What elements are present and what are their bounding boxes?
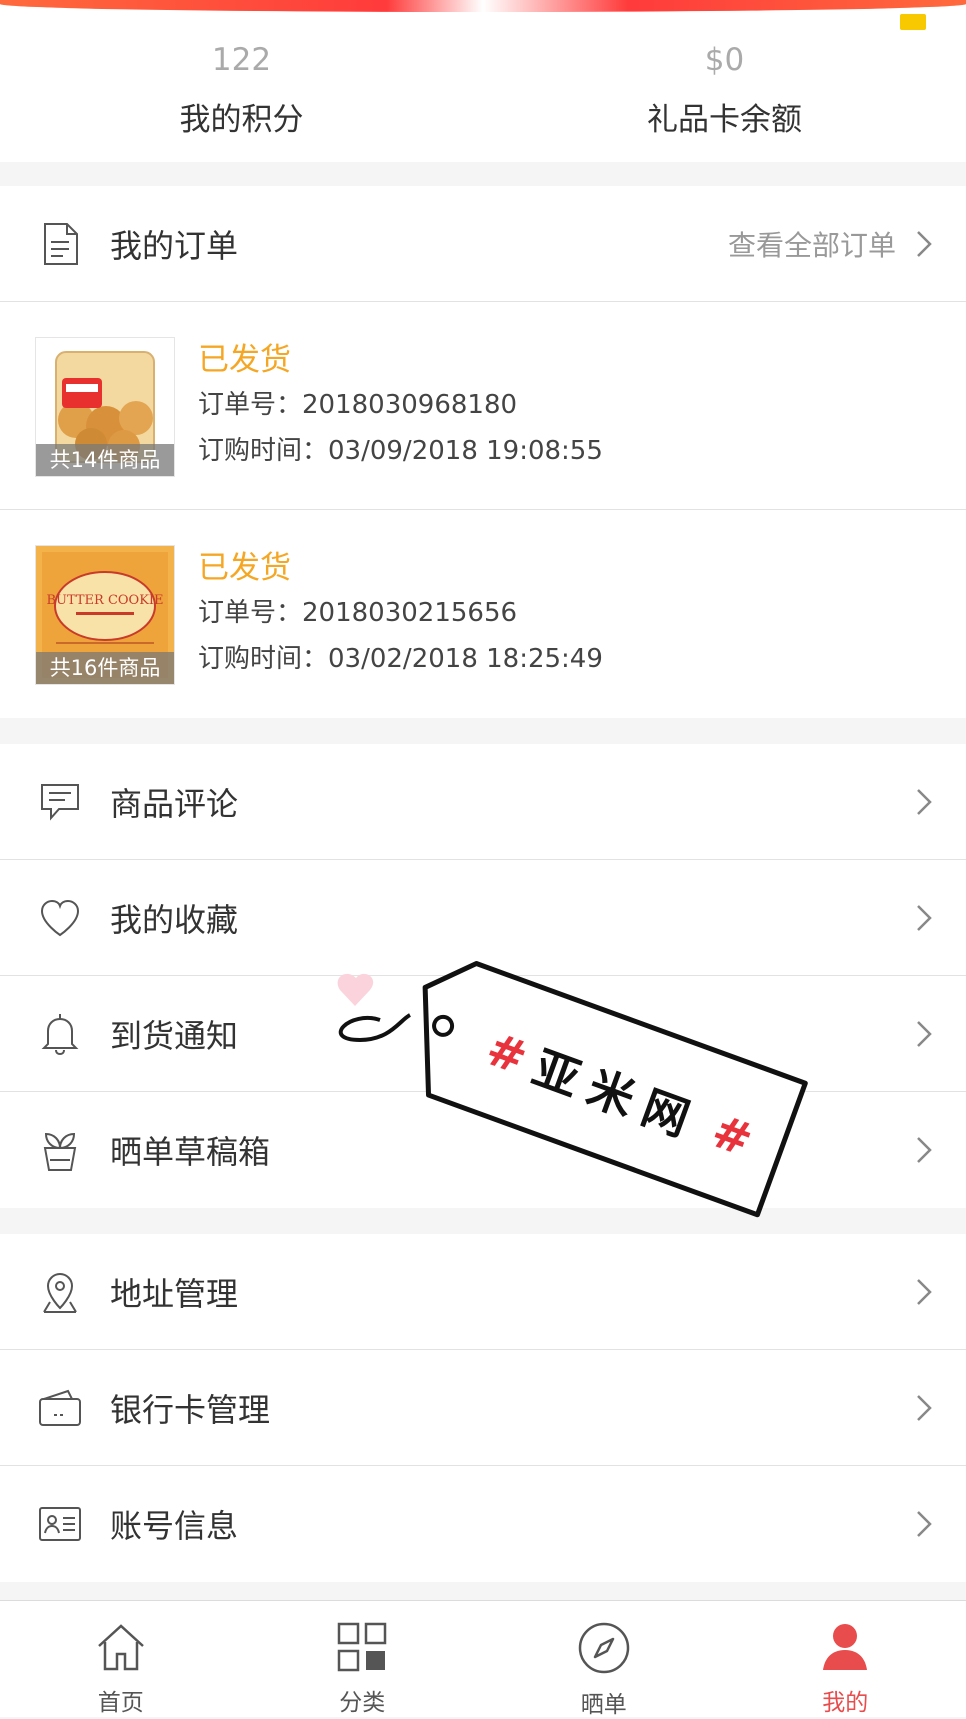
tab-label: 首页 — [98, 1683, 144, 1717]
heart-icon — [38, 896, 82, 940]
tab-label: 晒单 — [581, 1685, 627, 1719]
chevron-right-icon — [904, 1272, 944, 1312]
points-value: 122 — [212, 40, 271, 80]
order-item[interactable]: BUTTER COOKIE 共16件商品 已发货 订单号：20180302156… — [0, 510, 966, 718]
tab-showcase[interactable]: 晒单 — [483, 1601, 725, 1717]
menu-item-label: 我的收藏 — [110, 895, 904, 941]
order-time: 订购时间：03/09/2018 19:08:55 — [198, 428, 603, 474]
order-status: 已发货 — [198, 546, 603, 590]
order-number: 订单号：2018030968180 — [198, 382, 603, 428]
id-card-icon — [38, 1502, 82, 1546]
menu-item-drafts[interactable]: 晒单草稿箱 — [0, 1092, 966, 1208]
giftcard-stat[interactable]: $0 礼品卡余额 — [483, 0, 966, 162]
my-orders-row[interactable]: 我的订单 查看全部订单 — [0, 186, 966, 302]
chevron-right-icon — [904, 898, 944, 938]
menu-item-arrival-notice[interactable]: 到货通知 — [0, 976, 966, 1092]
category-grid-icon — [334, 1621, 390, 1673]
view-all-orders-link[interactable]: 查看全部订单 — [728, 224, 896, 264]
order-time: 订购时间：03/02/2018 18:25:49 — [198, 636, 603, 682]
menu-item-label: 地址管理 — [110, 1269, 904, 1315]
menu-item-bank-cards[interactable]: 银行卡管理 — [0, 1350, 966, 1466]
giftcard-label: 礼品卡余额 — [647, 94, 802, 139]
comment-icon — [38, 780, 82, 824]
document-icon — [38, 222, 82, 266]
points-label: 我的积分 — [180, 94, 304, 139]
menu-item-reviews[interactable]: 商品评论 — [0, 744, 966, 860]
orders-section: 我的订单 查看全部订单 共14件商品 已发货 订单号：2018030968180 — [0, 186, 966, 718]
account-stats: 122 我的积分 $0 礼品卡余额 — [0, 0, 966, 162]
chevron-right-icon — [904, 1130, 944, 1170]
bell-icon — [38, 1012, 82, 1056]
chevron-right-icon — [904, 1388, 944, 1428]
compass-icon — [576, 1621, 632, 1675]
product-thumbnail: 共14件商品 — [35, 337, 175, 477]
chevron-right-icon — [904, 782, 944, 822]
home-icon — [93, 1621, 149, 1673]
wallet-icon — [38, 1386, 82, 1430]
menu-section-activity: 商品评论 我的收藏 到货通知 晒单草稿箱 — [0, 744, 966, 1208]
user-icon — [817, 1621, 873, 1673]
svg-text:BUTTER COOKIE: BUTTER COOKIE — [46, 593, 163, 608]
menu-item-account-info[interactable]: 账号信息 — [0, 1466, 966, 1582]
plant-pot-icon — [38, 1128, 82, 1172]
bottom-tab-bar: 首页 分类 晒单 我的 — [0, 1600, 966, 1717]
order-number: 订单号：2018030215656 — [198, 590, 603, 636]
tab-category[interactable]: 分类 — [242, 1601, 484, 1717]
chevron-right-icon — [904, 224, 944, 264]
my-orders-label: 我的订单 — [110, 221, 728, 267]
tab-home[interactable]: 首页 — [0, 1601, 242, 1717]
flag-icon — [900, 14, 926, 30]
tab-profile[interactable]: 我的 — [725, 1601, 966, 1717]
menu-item-label: 到货通知 — [110, 1011, 904, 1057]
item-count-badge: 共14件商品 — [36, 444, 174, 476]
location-pin-icon — [38, 1270, 82, 1314]
tab-label: 分类 — [339, 1683, 385, 1717]
menu-item-address[interactable]: 地址管理 — [0, 1234, 966, 1350]
tab-label: 我的 — [822, 1683, 868, 1717]
menu-item-favorites[interactable]: 我的收藏 — [0, 860, 966, 976]
product-thumbnail: BUTTER COOKIE 共16件商品 — [35, 545, 175, 685]
order-status: 已发货 — [198, 338, 603, 382]
menu-item-label: 账号信息 — [110, 1501, 904, 1547]
menu-item-label: 商品评论 — [110, 779, 904, 825]
menu-section-account: 地址管理 银行卡管理 账号信息 — [0, 1234, 966, 1582]
menu-item-label: 银行卡管理 — [110, 1385, 904, 1431]
points-stat[interactable]: 122 我的积分 — [0, 0, 483, 162]
menu-item-label: 晒单草稿箱 — [110, 1127, 904, 1173]
chevron-right-icon — [904, 1504, 944, 1544]
giftcard-value: $0 — [705, 40, 744, 80]
item-count-badge: 共16件商品 — [36, 652, 174, 684]
order-item[interactable]: 共14件商品 已发货 订单号：2018030968180 订购时间：03/09/… — [0, 302, 966, 510]
chevron-right-icon — [904, 1014, 944, 1054]
